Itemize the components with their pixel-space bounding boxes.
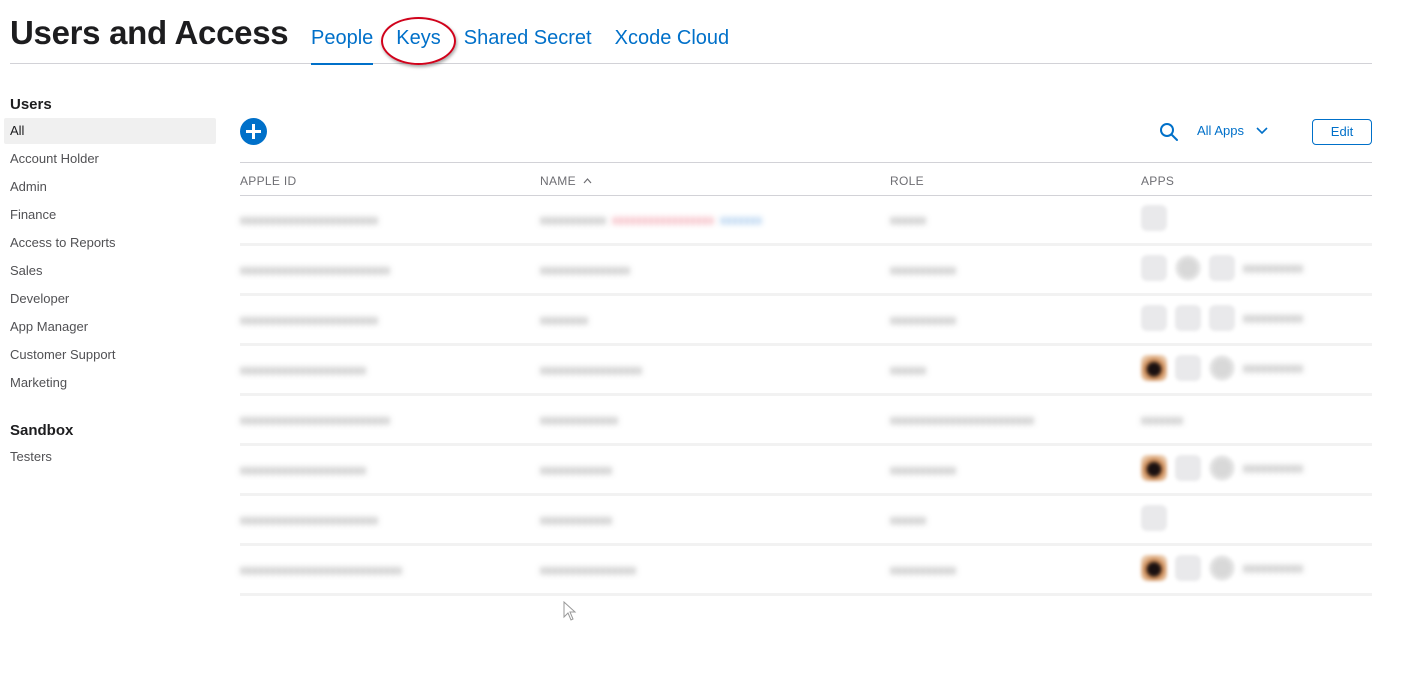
app-icon	[1209, 305, 1235, 331]
redacted-apple-id: xxxxxxxxxxxxxxxxxxxxxxx	[240, 213, 378, 227]
sidebar-heading-users: Users	[10, 96, 52, 113]
app-icon	[1141, 255, 1167, 281]
table-row[interactable]: xxxxxxxxxxxxxxxxxxxxxxxxxxx xxxxxxxxxxxx…	[240, 546, 1372, 596]
redacted-more-apps: xxxxxxxxxx	[1243, 311, 1303, 325]
redacted-name: xxxxxxxxxxxx	[540, 513, 612, 527]
chevron-down-icon	[1256, 126, 1268, 134]
apps-filter-dropdown[interactable]: All Apps	[1197, 123, 1268, 138]
redacted-apple-id: xxxxxxxxxxxxxxxxxxxxxxxxxxx	[240, 563, 402, 577]
tab-xcode-cloud[interactable]: Xcode Cloud	[615, 0, 730, 64]
redacted-app-icons: xxxxxxxxxx	[1141, 455, 1303, 481]
tab-people[interactable]: People	[311, 0, 374, 65]
sidebar-item-developer[interactable]: Developer	[0, 286, 216, 314]
redacted-apple-id: xxxxxxxxxxxxxxxxxxxxxxxxx	[240, 263, 390, 277]
app-icon	[1141, 205, 1167, 231]
sidebar-item-sales[interactable]: Sales	[0, 258, 216, 286]
column-header-name[interactable]: NAME	[540, 174, 592, 188]
mouse-pointer-icon	[563, 601, 577, 621]
users-table: APPLE ID NAME ROLE APPS xxxxxxxxxxxxxxxx…	[240, 162, 1372, 596]
redacted-role: xxxxxxxxxxx	[890, 263, 956, 277]
sidebar-item-customer-support[interactable]: Customer Support	[0, 342, 216, 370]
redacted-app-icons	[1141, 505, 1175, 531]
search-icon[interactable]	[1159, 122, 1179, 142]
redacted-name: xxxxxxxxxxxxx	[540, 413, 618, 427]
tab-keys[interactable]: Keys	[396, 0, 440, 64]
app-icon	[1141, 505, 1167, 531]
sidebar-heading-sandbox: Sandbox	[10, 422, 74, 439]
app-icon	[1141, 355, 1167, 381]
plus-icon	[246, 124, 261, 139]
apps-filter-label: All Apps	[1197, 123, 1244, 138]
app-icon	[1209, 555, 1235, 581]
redacted-apple-id: xxxxxxxxxxxxxxxxxxxxxxx	[240, 513, 378, 527]
redacted-role: xxxxxxxxxxx	[890, 313, 956, 327]
app-icon	[1209, 455, 1235, 481]
page-header: Users and Access People Keys Shared Secr…	[10, 0, 1372, 65]
table-header: APPLE ID NAME ROLE APPS	[240, 162, 1372, 196]
redacted-name: xxxxxxxxxxxxxxxx	[540, 563, 636, 577]
table-row[interactable]: xxxxxxxxxxxxxxxxxxxxx xxxxxxxxxxxxxxxxx …	[240, 346, 1372, 396]
redacted-app-icons: xxxxxxxxxx	[1141, 305, 1303, 331]
redacted-app-icons	[1141, 205, 1175, 231]
redacted-role: xxxxxxxxxxx	[890, 563, 956, 577]
app-icon	[1141, 555, 1167, 581]
table-row[interactable]: xxxxxxxxxxxxxxxxxxxxxxxxx xxxxxxxxxxxxx …	[240, 396, 1372, 446]
redacted-apple-id: xxxxxxxxxxxxxxxxxxxxxxx	[240, 313, 378, 327]
sidebar-item-marketing[interactable]: Marketing	[0, 370, 216, 398]
table-row[interactable]: xxxxxxxxxxxxxxxxxxxxxxx xxxxxxxxxxx xxxxx…	[240, 196, 1372, 246]
sidebar-item-access-to-reports[interactable]: Access to Reports	[0, 230, 216, 258]
sidebar-item-finance[interactable]: Finance	[0, 202, 216, 230]
redacted-role: xxxxxxxxxxx	[890, 463, 956, 477]
redacted-more-apps: xxxxxxxxxx	[1243, 361, 1303, 375]
redacted-apps-text: xxxxxxx	[1141, 413, 1183, 427]
redacted-app-icons: xxxxxxxxxx	[1141, 555, 1303, 581]
redacted-apple-id: xxxxxxxxxxxxxxxxxxxxx	[240, 363, 366, 377]
app-icon	[1141, 305, 1167, 331]
sort-ascending-icon	[583, 178, 591, 184]
redacted-app-icons: xxxxxxxxxx	[1141, 355, 1303, 381]
redacted-name: xxxxxxxx	[540, 313, 588, 327]
app-icon	[1175, 555, 1201, 581]
column-header-apple-id[interactable]: APPLE ID	[240, 174, 296, 188]
redacted-more-apps: xxxxxxxxxx	[1243, 561, 1303, 575]
redacted-apple-id: xxxxxxxxxxxxxxxxxxxxx	[240, 463, 366, 477]
table-row[interactable]: xxxxxxxxxxxxxxxxxxxxxxx xxxxxxxx xxxxxxx…	[240, 296, 1372, 346]
redacted-name: xxxxxxxxxxxxxxxxx	[540, 363, 642, 377]
table-row[interactable]: xxxxxxxxxxxxxxxxxxxxxxx xxxxxxxxxxxx xxx…	[240, 496, 1372, 546]
redacted-role: xxxxxx	[890, 363, 926, 377]
redacted-role: xxxxxxxxxxxxxxxxxxxxxxxx	[890, 413, 1034, 427]
redacted-name: xxxxxxxxxxxxxxx	[540, 263, 630, 277]
redacted-apple-id: xxxxxxxxxxxxxxxxxxxxxxxxx	[240, 413, 390, 427]
app-icon	[1209, 355, 1235, 381]
column-header-name-label: NAME	[540, 174, 576, 188]
table-row[interactable]: xxxxxxxxxxxxxxxxxxxxxxxxx xxxxxxxxxxxxxx…	[240, 246, 1372, 296]
app-icon	[1209, 255, 1235, 281]
redacted-app-icons: xxxxxxxxxx	[1141, 255, 1303, 281]
app-icon	[1175, 455, 1201, 481]
app-icon	[1175, 255, 1201, 281]
sidebar-item-testers[interactable]: Testers	[0, 444, 216, 472]
sidebar: Users All Account Holder Admin Finance A…	[0, 92, 216, 472]
redacted-more-apps: xxxxxxxxxx	[1243, 461, 1303, 475]
tab-bar: People Keys Shared Secret Xcode Cloud	[311, 0, 752, 65]
edit-button[interactable]: Edit	[1312, 119, 1372, 145]
sidebar-item-account-holder[interactable]: Account Holder	[0, 146, 216, 174]
app-icon	[1141, 455, 1167, 481]
app-icon	[1175, 305, 1201, 331]
table-row[interactable]: xxxxxxxxxxxxxxxxxxxxx xxxxxxxxxxxx xxxxx…	[240, 446, 1372, 496]
column-header-role[interactable]: ROLE	[890, 174, 924, 188]
redacted-name: xxxxxxxxxxx xxxxxxxxxxxxxxxxx xxxxxxx	[540, 213, 762, 227]
app-icon	[1175, 355, 1201, 381]
column-header-apps: APPS	[1141, 174, 1175, 188]
redacted-more-apps: xxxxxxxxxx	[1243, 261, 1303, 275]
sidebar-item-all[interactable]: All	[4, 118, 216, 144]
add-user-button[interactable]	[240, 118, 267, 145]
redacted-role: xxxxxx	[890, 213, 926, 227]
redacted-role: xxxxxx	[890, 513, 926, 527]
sidebar-item-admin[interactable]: Admin	[0, 174, 216, 202]
tab-shared-secret[interactable]: Shared Secret	[464, 0, 592, 64]
page-title: Users and Access	[10, 14, 289, 51]
sidebar-item-app-manager[interactable]: App Manager	[0, 314, 216, 342]
redacted-name: xxxxxxxxxxxx	[540, 463, 612, 477]
